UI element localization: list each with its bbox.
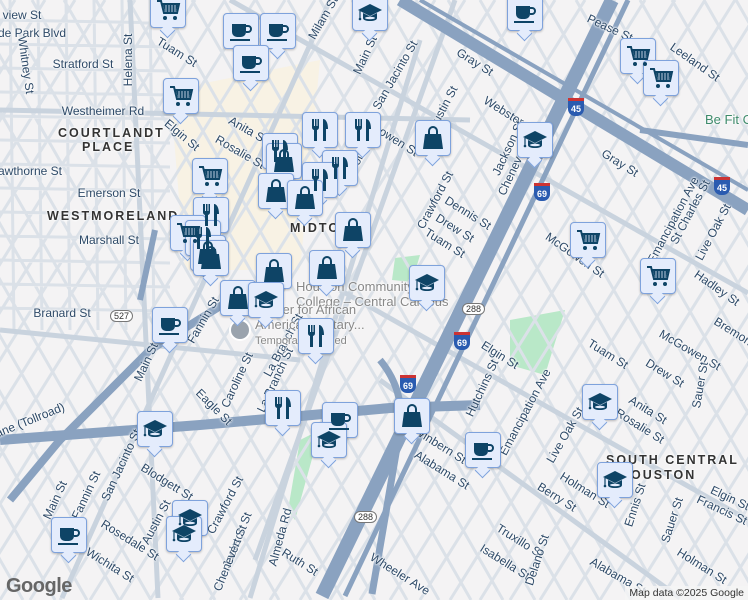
shopping-bag-icon [314, 255, 340, 281]
school-icon [253, 287, 279, 313]
school-icon [587, 389, 613, 415]
i45-shield: 45 [568, 98, 584, 116]
google-logo[interactable]: Google [6, 575, 72, 598]
district-label: COURTLANDT [58, 126, 165, 140]
shopping-bag-icon [198, 245, 224, 271]
i45-shield: 45 [714, 177, 730, 195]
route-527-marker: 527 [110, 310, 134, 322]
shopping-bag-icon [420, 125, 446, 151]
school-marker[interactable] [137, 411, 173, 447]
cafe-marker[interactable] [233, 45, 269, 81]
grocery-cart-icon [645, 263, 671, 289]
route-288-marker: 288 [354, 511, 378, 523]
cafe-icon [512, 0, 538, 26]
i69-shield: 69 [454, 332, 470, 350]
school-marker[interactable] [582, 384, 618, 420]
restaurant-marker[interactable] [265, 390, 301, 426]
shopping-marker[interactable] [256, 253, 292, 289]
street-label: view St [2, 8, 42, 22]
shopping-marker[interactable] [266, 143, 302, 179]
shopping-bag-icon [271, 148, 297, 174]
shopping-marker[interactable] [415, 120, 451, 156]
cafe-icon [238, 50, 264, 76]
shopping-marker[interactable] [258, 173, 294, 209]
shopping-bag-icon [292, 185, 318, 211]
shopping-marker[interactable] [394, 398, 430, 434]
street-label: Emerson St [77, 186, 141, 200]
i69-shield: 69 [534, 183, 550, 201]
restaurant-icon [270, 395, 296, 421]
cafe-icon [265, 18, 291, 44]
shopping-bag-icon [399, 403, 425, 429]
cafe-marker[interactable] [152, 307, 188, 343]
shopping-marker[interactable] [193, 240, 229, 276]
restaurant-icon [303, 323, 329, 349]
school-icon [171, 521, 197, 547]
street-label: Helena St [121, 33, 135, 87]
restaurant-marker[interactable] [298, 318, 334, 354]
cafe-marker[interactable] [260, 13, 296, 49]
shopping-bag-icon [261, 258, 287, 284]
school-icon [357, 0, 383, 26]
shopping-bag-icon [225, 285, 251, 311]
restaurant-icon [350, 117, 376, 143]
school-marker[interactable] [409, 265, 445, 301]
shopping-bag-icon [263, 178, 289, 204]
cafe-icon [157, 312, 183, 338]
street-label: Marshall St [78, 233, 140, 247]
cafe-marker[interactable] [51, 517, 87, 553]
grocery-cart-icon [648, 65, 674, 91]
cafe-marker[interactable] [223, 13, 259, 49]
school-icon [316, 427, 342, 453]
school-marker[interactable] [352, 0, 388, 31]
school-marker[interactable] [248, 282, 284, 318]
shopping-bag-icon [340, 217, 366, 243]
shopping-marker[interactable] [220, 280, 256, 316]
cafe-icon [470, 437, 496, 463]
grocery-cart-icon [155, 0, 181, 23]
street-label: awthorne St [0, 164, 63, 178]
shopping-marker[interactable] [335, 212, 371, 248]
district-label: PLACE [82, 140, 135, 154]
grocery-marker[interactable] [192, 158, 228, 194]
i69-shield: 69 [400, 375, 416, 393]
cafe-icon [228, 18, 254, 44]
street-label: Westheimer Rd [61, 104, 145, 118]
school-icon [414, 270, 440, 296]
grocery-marker[interactable] [150, 0, 186, 28]
street-label: de Park Blvd [0, 26, 67, 40]
grocery-marker[interactable] [640, 258, 676, 294]
school-marker[interactable] [517, 122, 553, 158]
grocery-cart-icon [168, 83, 194, 109]
cafe-marker[interactable] [465, 432, 501, 468]
shopping-marker[interactable] [287, 180, 323, 216]
shopping-marker[interactable] [309, 250, 345, 286]
school-icon [602, 467, 628, 493]
route-288-marker: 288 [462, 303, 486, 315]
street-label: Stratford St [52, 57, 114, 71]
school-icon [142, 416, 168, 442]
grocery-marker[interactable] [163, 78, 199, 114]
school-marker[interactable] [597, 462, 633, 498]
cafe-icon [56, 522, 82, 548]
grocery-cart-icon [575, 227, 601, 253]
district-label: WESTMORELAND [47, 209, 180, 223]
school-marker[interactable] [311, 422, 347, 458]
grocery-marker[interactable] [643, 60, 679, 96]
restaurant-marker[interactable] [345, 112, 381, 148]
grocery-marker[interactable] [570, 222, 606, 258]
street-label: Branard St [33, 306, 91, 320]
school-marker[interactable] [166, 516, 202, 552]
restaurant-icon [307, 117, 333, 143]
gym-poi-label[interactable]: Be Fit C [705, 112, 748, 127]
school-icon [522, 127, 548, 153]
cafe-marker[interactable] [507, 0, 543, 31]
grocery-cart-icon [197, 163, 223, 189]
map-attribution[interactable]: Map data ©2025 Google [625, 586, 748, 600]
restaurant-marker[interactable] [302, 112, 338, 148]
